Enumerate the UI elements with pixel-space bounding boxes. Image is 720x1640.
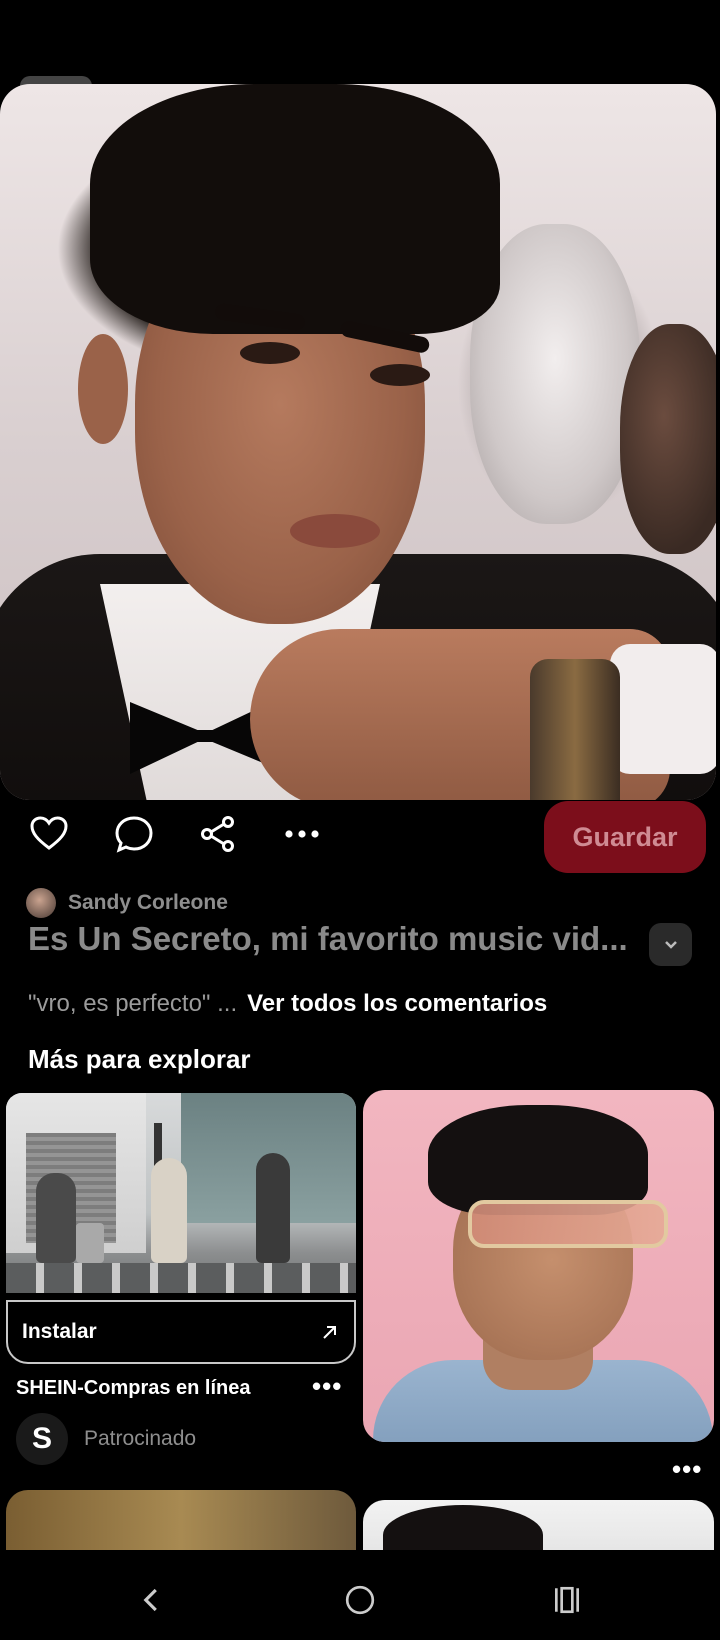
ad-brand-row[interactable]: S Patrocinado xyxy=(16,1413,196,1465)
pin-detail-screen: Guardar Sandy Corleone Es Un Secreto, mi… xyxy=(0,0,720,1640)
eye xyxy=(370,364,430,386)
ad-title[interactable]: SHEIN-Compras en línea xyxy=(16,1377,251,1400)
related-pin-partial[interactable] xyxy=(6,1490,356,1550)
lips xyxy=(290,514,380,548)
related-pin-image[interactable] xyxy=(363,1090,714,1442)
expand-description-button[interactable] xyxy=(649,923,692,966)
see-all-comments-link[interactable]: Ver todos los comentarios xyxy=(247,990,547,1017)
pedestrian xyxy=(151,1158,187,1263)
pedestrian xyxy=(256,1153,290,1263)
install-button[interactable]: Instalar xyxy=(6,1300,356,1364)
save-button[interactable]: Guardar xyxy=(544,801,706,873)
ear xyxy=(78,334,128,444)
pin-more-options[interactable]: ••• xyxy=(672,1454,702,1485)
pin-author[interactable]: Sandy Corleone xyxy=(26,888,228,918)
back-icon[interactable] xyxy=(132,1580,172,1620)
brand-logo[interactable]: S xyxy=(16,1413,68,1465)
heart-icon[interactable] xyxy=(27,812,71,856)
chevron-down-icon xyxy=(664,940,677,949)
home-icon[interactable] xyxy=(340,1580,380,1620)
shirt-cuff xyxy=(610,644,716,774)
explore-heading: Más para explorar xyxy=(28,1044,251,1074)
background-figure-2 xyxy=(620,324,716,554)
ad-image[interactable] xyxy=(6,1093,356,1293)
ad-more-options[interactable]: ••• xyxy=(312,1371,342,1402)
comment-icon[interactable] xyxy=(112,812,156,856)
share-icon[interactable] xyxy=(196,812,240,856)
luggage xyxy=(76,1223,104,1263)
pin-image[interactable] xyxy=(0,84,716,800)
more-icon[interactable] xyxy=(280,812,324,856)
hair xyxy=(383,1505,543,1550)
install-label: Instalar xyxy=(22,1320,97,1343)
eye xyxy=(240,342,300,364)
pin-title: Es Un Secreto, mi favorito music vid... xyxy=(28,920,628,957)
hair xyxy=(428,1105,648,1215)
crosswalk xyxy=(6,1263,356,1293)
author-name[interactable]: Sandy Corleone xyxy=(68,891,228,915)
comment-preview: "vro, es perfecto" ... xyxy=(28,990,238,1017)
sunglasses xyxy=(468,1200,668,1248)
wristwatch xyxy=(530,659,620,800)
hair xyxy=(90,84,500,334)
pedestrian xyxy=(36,1173,76,1263)
sponsored-label: Patrocinado xyxy=(84,1427,197,1450)
related-pin-partial[interactable] xyxy=(363,1500,714,1550)
external-arrow-icon xyxy=(323,1326,336,1339)
recents-icon[interactable] xyxy=(547,1580,587,1620)
avatar[interactable] xyxy=(26,888,56,918)
comment-preview-row[interactable]: "vro, es perfecto" ... Ver todos los come… xyxy=(28,990,547,1018)
